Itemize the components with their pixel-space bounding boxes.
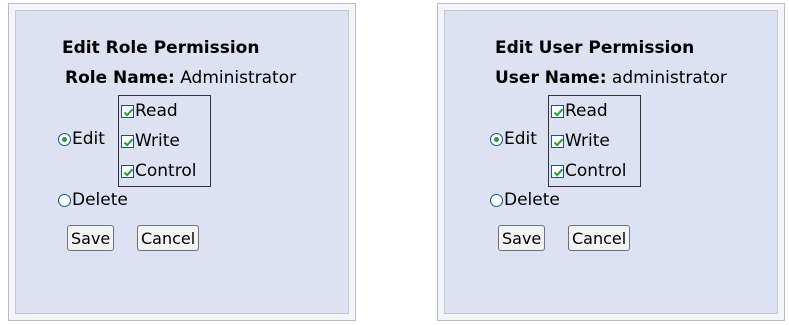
read-checkbox-label: Read [565, 101, 608, 121]
user-name-label: User Name: [495, 68, 607, 88]
delete-radio-label: Delete [504, 190, 560, 210]
role-edit-option[interactable]: Edit [58, 129, 105, 149]
write-checkbox[interactable] [551, 134, 564, 148]
write-checkbox[interactable] [121, 134, 134, 148]
user-name-line: User Name: administrator [495, 68, 727, 88]
user-name-value: administrator [611, 68, 727, 88]
delete-radio[interactable] [490, 193, 503, 207]
role-save-button[interactable]: Save [67, 225, 115, 251]
checkmark-icon [123, 138, 134, 147]
read-checkbox-label: Read [135, 101, 178, 121]
delete-radio[interactable] [58, 193, 71, 207]
control-checkbox-label: Control [565, 161, 627, 181]
role-permission-write[interactable]: Write [121, 129, 180, 153]
radio-selected-dot [62, 136, 67, 142]
edit-role-permission-panel: Edit Role Permission Role Name: Administ… [8, 3, 356, 321]
read-checkbox[interactable] [121, 104, 134, 118]
delete-radio-label: Delete [72, 190, 128, 210]
role-delete-option[interactable]: Delete [58, 190, 128, 210]
read-checkbox[interactable] [551, 104, 564, 118]
user-save-button[interactable]: Save [498, 225, 546, 251]
user-delete-option[interactable]: Delete [490, 190, 560, 210]
role-panel-title: Edit Role Permission [62, 38, 260, 58]
edit-radio[interactable] [490, 132, 503, 146]
user-permission-read[interactable]: Read [551, 99, 608, 123]
control-checkbox[interactable] [551, 164, 564, 178]
checkmark-icon [123, 168, 134, 177]
checkmark-icon [553, 168, 564, 177]
role-permission-control[interactable]: Control [121, 159, 196, 183]
user-cancel-button[interactable]: Cancel [568, 225, 631, 251]
user-permission-control[interactable]: Control [551, 159, 626, 183]
checkmark-icon [553, 108, 564, 117]
edit-radio-label: Edit [72, 129, 105, 149]
write-checkbox-label: Write [135, 131, 180, 151]
write-checkbox-label: Write [565, 131, 610, 151]
edit-user-permission-panel: Edit User Permission User Name: administ… [437, 3, 785, 321]
role-name-line: Role Name: Administrator [65, 68, 296, 88]
user-edit-option[interactable]: Edit [490, 129, 537, 149]
user-permission-checkbox-group: Read Write Control [548, 95, 641, 187]
checkmark-icon [553, 138, 564, 147]
user-permission-write[interactable]: Write [551, 129, 610, 153]
role-name-label: Role Name: [65, 68, 175, 88]
edit-radio[interactable] [58, 132, 71, 146]
role-permission-checkbox-group: Read Write Control [118, 95, 211, 187]
user-panel-title: Edit User Permission [495, 38, 695, 58]
role-cancel-button[interactable]: Cancel [137, 225, 200, 251]
radio-selected-dot [494, 136, 499, 142]
edit-radio-label: Edit [504, 129, 537, 149]
checkmark-icon [123, 108, 134, 117]
role-permission-read[interactable]: Read [121, 99, 178, 123]
control-checkbox-label: Control [135, 161, 197, 181]
role-name-value: Administrator [180, 68, 297, 88]
control-checkbox[interactable] [121, 164, 134, 178]
